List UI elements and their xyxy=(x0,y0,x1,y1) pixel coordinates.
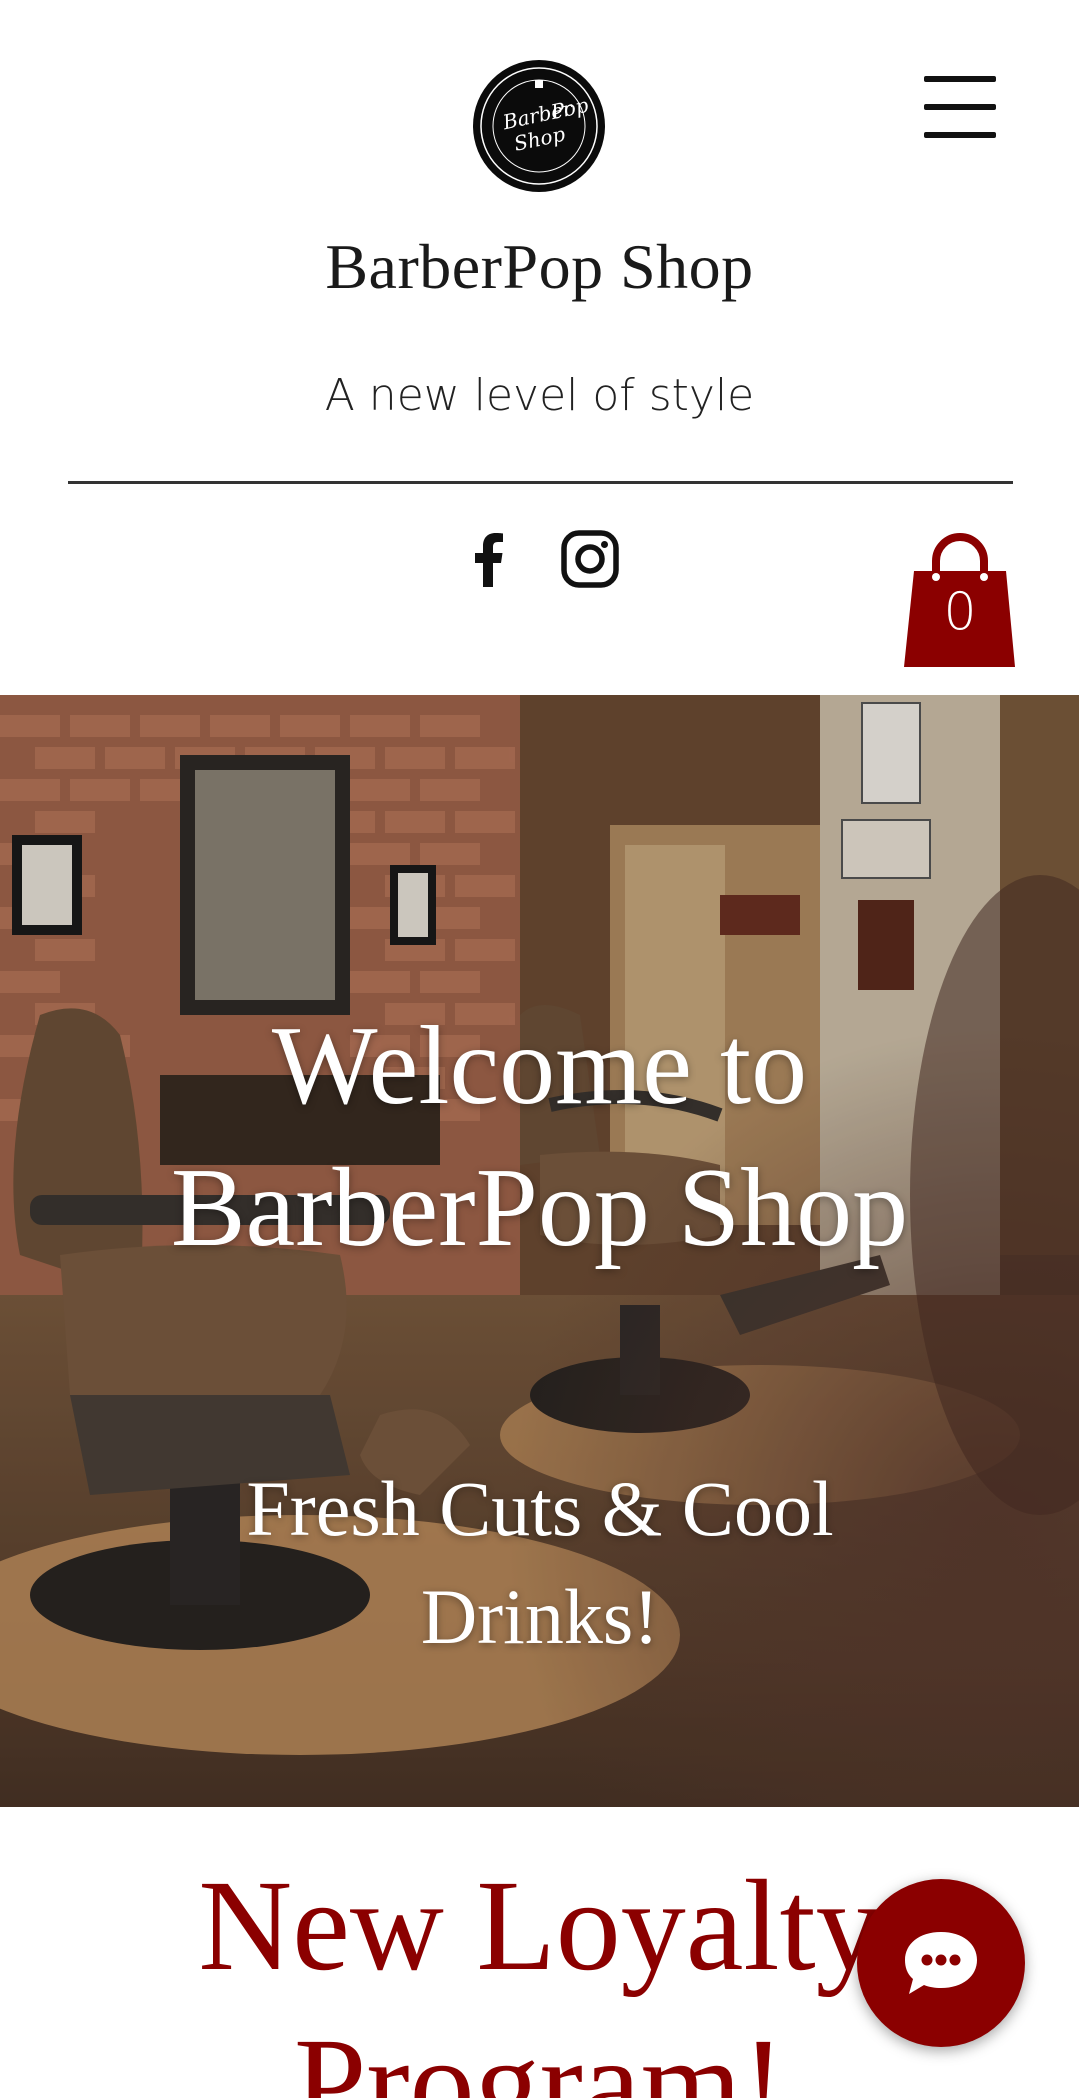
chat-button[interactable] xyxy=(857,1879,1025,2047)
barberpop-logo-icon: Barber Pop Shop xyxy=(480,67,598,185)
hero-title-line2: BarberPop Shop xyxy=(170,1146,909,1270)
hero-subtitle-line2: Drinks! xyxy=(420,1573,660,1660)
chat-bubble-icon xyxy=(905,1932,977,1994)
shopping-cart-button[interactable]: 0 xyxy=(900,525,1020,670)
header-divider xyxy=(68,481,1013,484)
hero-title-line1: Welcome to xyxy=(271,1004,808,1128)
facebook-icon xyxy=(475,533,503,587)
cart-count: 0 xyxy=(943,582,977,642)
hero-subtitle-line1: Fresh Cuts & Cool xyxy=(246,1465,834,1552)
hamburger-menu-icon[interactable] xyxy=(918,70,1000,150)
site-title: BarberPop Shop xyxy=(325,231,754,302)
site-logo[interactable]: Barber Pop Shop xyxy=(473,60,605,192)
hero-subtitle: Fresh Cuts & Cool Drinks! xyxy=(140,1455,940,1671)
instagram-link[interactable] xyxy=(558,527,622,591)
hero-title: Welcome to BarberPop Shop xyxy=(0,995,1079,1279)
facebook-link[interactable] xyxy=(457,527,521,591)
hero-section: Welcome to BarberPop Shop Fresh Cuts & C… xyxy=(0,695,1079,1807)
site-tagline: A new level of style xyxy=(324,370,755,421)
instagram-icon xyxy=(561,530,619,588)
site-header: Barber Pop Shop BarberPop Shop A new lev… xyxy=(0,0,1079,695)
